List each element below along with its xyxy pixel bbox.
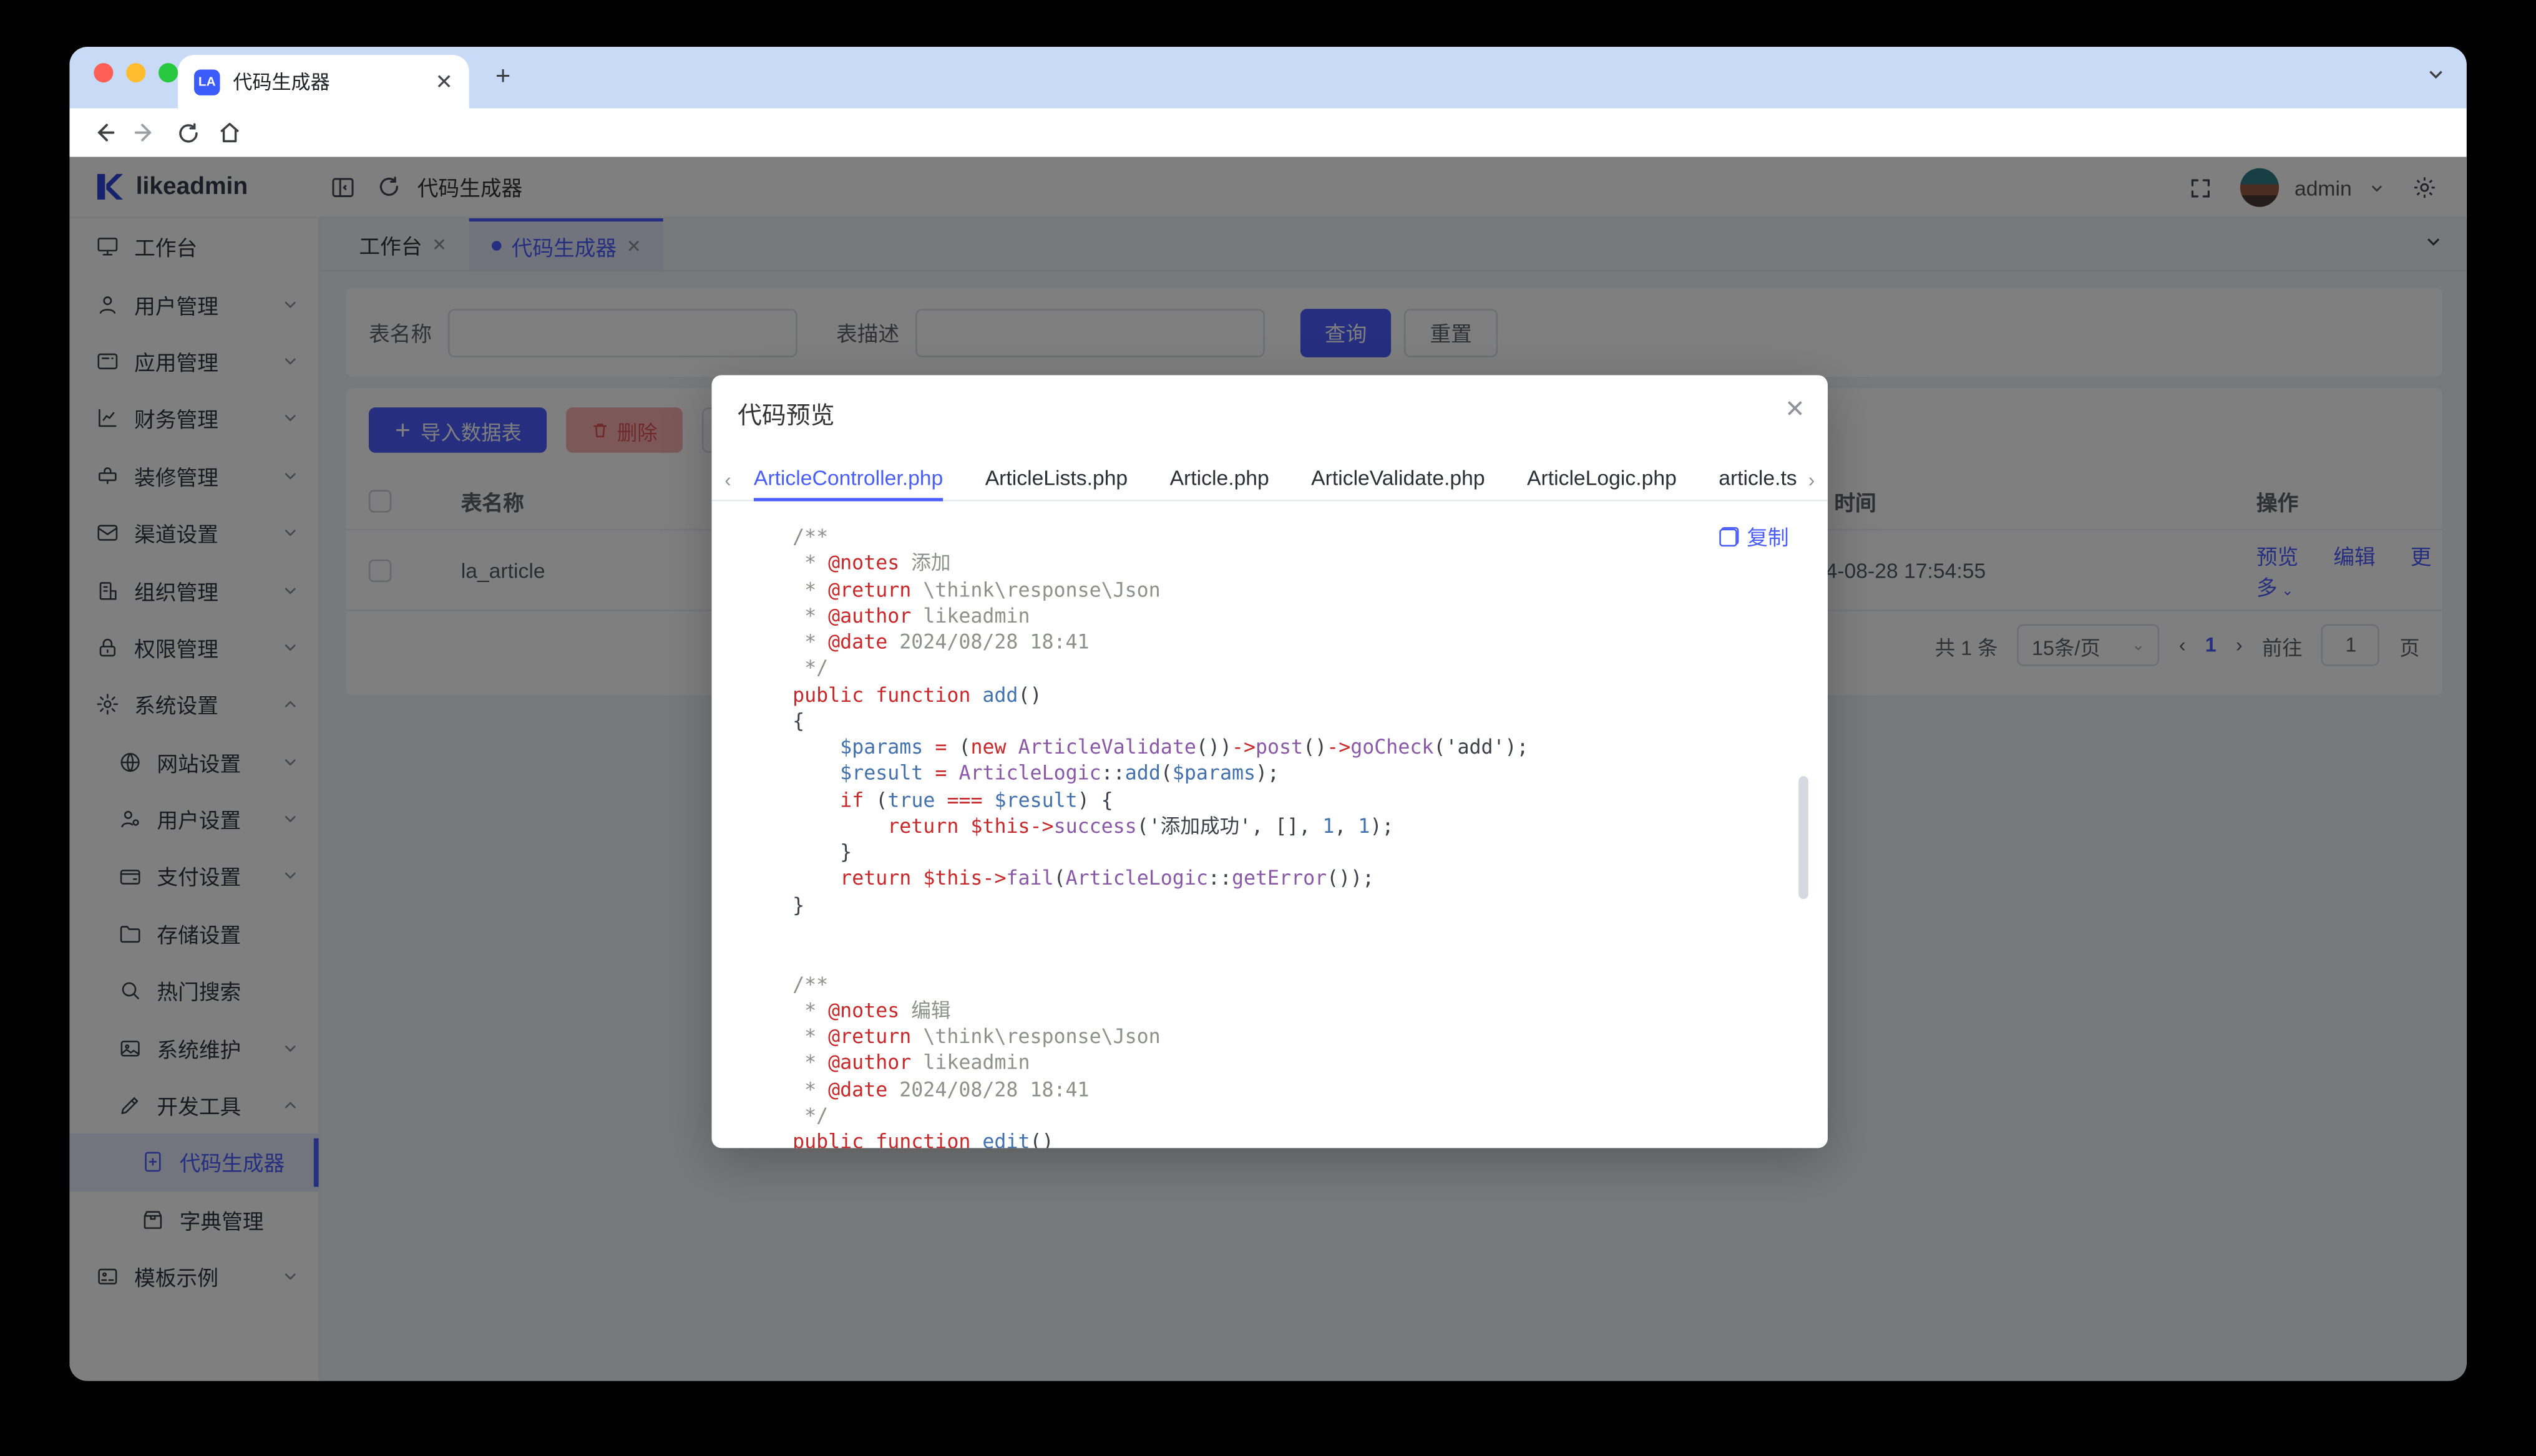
file-tab-ArticleLists.php[interactable]: ArticleLists.php	[985, 465, 1128, 490]
browser-tab[interactable]: LA 代码生成器 ✕	[178, 55, 469, 109]
tabs-scroll-left-icon[interactable]: ‹	[724, 469, 731, 492]
tabs-scroll-right-icon[interactable]: ›	[1808, 469, 1815, 492]
code-panel: 复制 /** * @notes 添加 * @return \think\resp…	[711, 503, 1827, 1148]
code-scrollbar-thumb[interactable]	[1798, 776, 1808, 899]
tab-close-icon[interactable]: ✕	[435, 69, 452, 94]
close-window-button[interactable]	[94, 63, 113, 82]
file-tab-ArticleLogic.php[interactable]: ArticleLogic.php	[1527, 465, 1677, 490]
copy-button[interactable]: 复制	[1719, 521, 1788, 551]
browser-tabstrip: LA 代码生成器 ✕ +	[69, 47, 2466, 108]
file-tab-article.ts[interactable]: article.ts	[1719, 465, 1797, 490]
browser-window: LA 代码生成器 ✕ + loc	[69, 47, 2466, 1381]
browser-tab-title: 代码生成器	[233, 68, 422, 95]
browser-toolbar: localhost:5173/admin/setting/dev_tools/c…	[69, 109, 2466, 157]
home-icon[interactable]	[208, 112, 250, 153]
zoom-window-button[interactable]	[158, 63, 178, 82]
forward-icon[interactable]	[125, 112, 167, 153]
modal-close-icon[interactable]: ✕	[1785, 394, 1805, 424]
back-icon[interactable]	[82, 112, 124, 153]
window-controls[interactable]	[94, 63, 178, 82]
file-tab-bar: ‹ ArticleController.php ArticleLists.php A…	[711, 456, 1827, 502]
reload-icon[interactable]	[167, 112, 208, 153]
file-tab-ArticleController.php[interactable]: ArticleController.php	[754, 465, 943, 490]
copy-icon	[1719, 527, 1739, 546]
code-preview-modal: 代码预览 ✕ ‹ ArticleController.php ArticleLis…	[711, 375, 1827, 1148]
screenshot-canvas: LA 代码生成器 ✕ + loc	[0, 0, 2536, 1456]
tab-search-chevron-icon[interactable]	[2424, 63, 2447, 85]
new-tab-button[interactable]: +	[487, 61, 519, 94]
code-block: /** * @notes 添加 * @return \think\respons…	[792, 524, 1529, 1148]
modal-title: 代码预览	[738, 398, 835, 432]
file-tab-Article.php[interactable]: Article.php	[1170, 465, 1269, 490]
favicon: LA	[194, 69, 220, 94]
minimize-window-button[interactable]	[126, 63, 145, 82]
file-tab-ArticleValidate.php[interactable]: ArticleValidate.php	[1311, 465, 1485, 490]
